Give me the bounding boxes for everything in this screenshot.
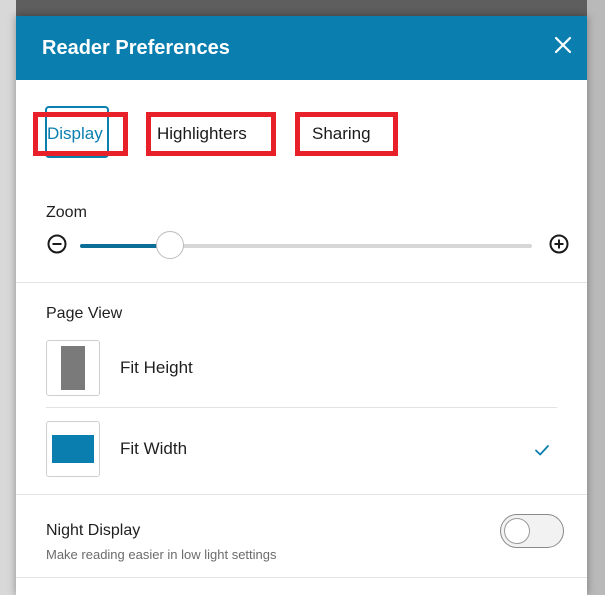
zoom-in-icon[interactable] (548, 233, 570, 255)
close-icon[interactable] (552, 34, 574, 56)
tab-sharing[interactable]: Sharing (312, 120, 371, 148)
dialog-title: Reader Preferences (42, 36, 230, 59)
fit-width-thumbnail (46, 421, 100, 477)
section-divider (16, 577, 587, 578)
dialog-header: Reader Preferences (16, 16, 587, 80)
reader-preferences-dialog: Reader Preferences Display Highlighters … (16, 16, 587, 595)
night-display-description: Make reading easier in low light setting… (46, 547, 277, 562)
zoom-slider-thumb[interactable] (156, 231, 185, 259)
page-view-label: Page View (46, 305, 123, 322)
tab-display[interactable]: Display (45, 106, 109, 158)
night-display-toggle[interactable] (500, 514, 564, 548)
night-display-title: Night Display (46, 522, 141, 539)
zoom-label: Zoom (46, 204, 87, 221)
checkmark-icon (533, 441, 551, 459)
section-divider (16, 494, 587, 495)
background-page-left (0, 0, 16, 595)
tab-highlighters-label: Highlighters (157, 124, 247, 143)
zoom-out-icon[interactable] (46, 233, 68, 255)
option-divider (46, 407, 557, 408)
background-page-right (587, 0, 605, 595)
fit-height-thumbnail (46, 340, 100, 396)
zoom-control (46, 230, 570, 260)
tab-display-label: Display (47, 124, 103, 143)
zoom-slider[interactable] (80, 231, 532, 259)
fit-height-label: Fit Height (120, 358, 193, 377)
tab-highlighters[interactable]: Highlighters (157, 120, 247, 148)
page-view-option-fit-height[interactable]: Fit Height (46, 340, 557, 400)
fit-width-label: Fit Width (120, 439, 188, 458)
tab-bar: Display Highlighters Sharing (16, 80, 587, 175)
tab-sharing-label: Sharing (312, 124, 371, 143)
section-divider (16, 282, 587, 283)
toggle-knob (504, 518, 530, 544)
page-view-option-fit-width[interactable]: Fit Width (46, 421, 557, 481)
